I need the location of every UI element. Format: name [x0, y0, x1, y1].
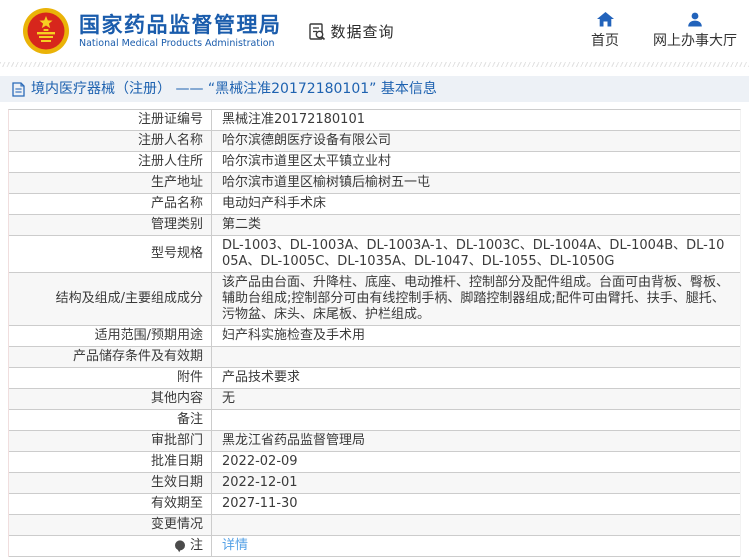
- row-label: 批准日期: [9, 452, 212, 472]
- nav-service-hall[interactable]: 网上办事大厅: [653, 12, 737, 50]
- row-label: 产品名称: [9, 194, 212, 214]
- row-value: 产品技术要求: [222, 370, 301, 385]
- table-row: 生效日期 2022-12-01: [9, 473, 740, 494]
- row-label: 其他内容: [9, 389, 212, 409]
- row-value: 哈尔滨德朗医疗设备有限公司: [222, 133, 392, 148]
- row-label: 变更情况: [9, 515, 212, 535]
- page-title-bar: 境内医疗器械（注册） —— “黑械注准20172180101” 基本信息: [0, 76, 749, 102]
- row-value: 无: [222, 391, 236, 406]
- row-label: 管理类别: [9, 215, 212, 235]
- nav-home-label: 首页: [591, 33, 619, 49]
- table-row: 批准日期 2022-02-09: [9, 452, 740, 473]
- row-label: 产品储存条件及有效期: [9, 347, 212, 367]
- data-query-label: 数据查询: [330, 22, 395, 41]
- table-row: 注册人名称 哈尔滨德朗医疗设备有限公司: [9, 131, 740, 152]
- table-row: 注详情: [9, 536, 740, 557]
- table-row: 审批部门 黑龙江省药品监督管理局: [9, 431, 740, 452]
- row-label: 备注: [9, 410, 212, 430]
- registration-info-table: 注册证编号 黑械注准20172180101 注册人名称 哈尔滨德朗医疗设备有限公司 注册…: [8, 109, 741, 557]
- row-label: 附件: [9, 368, 212, 388]
- row-label: 注册人住所: [9, 152, 212, 172]
- row-value: 2022-12-01: [222, 475, 298, 490]
- row-value: 黑龙江省药品监督管理局: [222, 433, 366, 448]
- nav-service-hall-label: 网上办事大厅: [653, 33, 737, 49]
- row-value: 黑械注准20172180101: [222, 112, 365, 127]
- row-value: 该产品由台面、升降柱、底座、电动推杆、控制部分及配件组成。台面可由背板、臀板、辅…: [222, 275, 730, 322]
- table-row: 有效期至 2027-11-30: [9, 494, 740, 515]
- site-header: 国家药品监督管理局 National Medical Products Admi…: [0, 0, 749, 62]
- org-name-cn: 国家药品监督管理局: [79, 12, 282, 37]
- row-label: 生产地址: [9, 173, 212, 193]
- row-label: 注册人名称: [9, 131, 212, 151]
- table-row: 结构及组成/主要组成成分 该产品由台面、升降柱、底座、电动推杆、控制部分及配件组成…: [9, 273, 740, 326]
- nav-data-query[interactable]: 数据查询: [308, 21, 395, 42]
- row-value: [212, 410, 740, 430]
- row-value: 第二类: [222, 217, 262, 232]
- table-row: 管理类别 第二类: [9, 215, 740, 236]
- row-label: 注册证编号: [9, 110, 212, 130]
- details-link[interactable]: 详情: [222, 538, 248, 554]
- row-label: 适用范围/预期用途: [9, 326, 212, 346]
- row-value: [212, 515, 740, 535]
- table-row: 适用范围/预期用途 妇产科实施检查及手术用: [9, 326, 740, 347]
- row-label: 有效期至: [9, 494, 212, 514]
- data-query-icon: [308, 22, 325, 40]
- row-value: 哈尔滨市道里区榆树镇后榆树五一屯: [222, 175, 431, 190]
- row-value: 电动妇产科手术床: [222, 196, 327, 211]
- table-row: 附件 产品技术要求: [9, 368, 740, 389]
- table-row: 产品储存条件及有效期: [9, 347, 740, 368]
- row-value: 妇产科实施检查及手术用: [222, 328, 366, 343]
- table-row: 其他内容无: [9, 389, 740, 410]
- national-emblem-logo[interactable]: [22, 7, 70, 55]
- document-icon: [12, 81, 25, 97]
- table-row: 注册证编号 黑械注准20172180101: [9, 110, 740, 131]
- table-row: 生产地址 哈尔滨市道里区榆树镇后榆树五一屯: [9, 173, 740, 194]
- row-label: 生效日期: [9, 473, 212, 493]
- table-row: 变更情况: [9, 515, 740, 536]
- table-row: 型号规格 DL-1003、DL-1003A、DL-1003A-1、DL-1003C…: [9, 236, 740, 273]
- row-label: 结构及组成/主要组成成分: [9, 273, 212, 325]
- org-name-en: National Medical Products Administration: [79, 37, 275, 49]
- row-label: 型号规格: [9, 236, 212, 272]
- nav-home[interactable]: 首页: [591, 12, 619, 50]
- row-value: 2027-11-30: [222, 496, 298, 511]
- row-label: 注: [9, 536, 212, 556]
- home-icon: [596, 12, 614, 27]
- row-value: [212, 347, 740, 367]
- table-row: 备注: [9, 410, 740, 431]
- table-row: 注册人住所 哈尔滨市道里区太平镇立业村: [9, 152, 740, 173]
- row-value: 2022-02-09: [222, 454, 298, 469]
- note-icon: [174, 539, 185, 552]
- person-icon: [688, 12, 702, 27]
- table-row: 产品名称 电动妇产科手术床: [9, 194, 740, 215]
- row-value: 详情: [212, 536, 740, 556]
- brand-titles: 国家药品监督管理局 National Medical Products Admi…: [79, 13, 282, 50]
- row-value: DL-1003、DL-1003A、DL-1003A-1、DL-1003C、DL-…: [222, 238, 725, 269]
- row-value: 哈尔滨市道里区太平镇立业村: [222, 154, 392, 169]
- page-title: 境内医疗器械（注册） —— “黑械注准20172180101” 基本信息: [31, 81, 437, 97]
- row-label: 审批部门: [9, 431, 212, 451]
